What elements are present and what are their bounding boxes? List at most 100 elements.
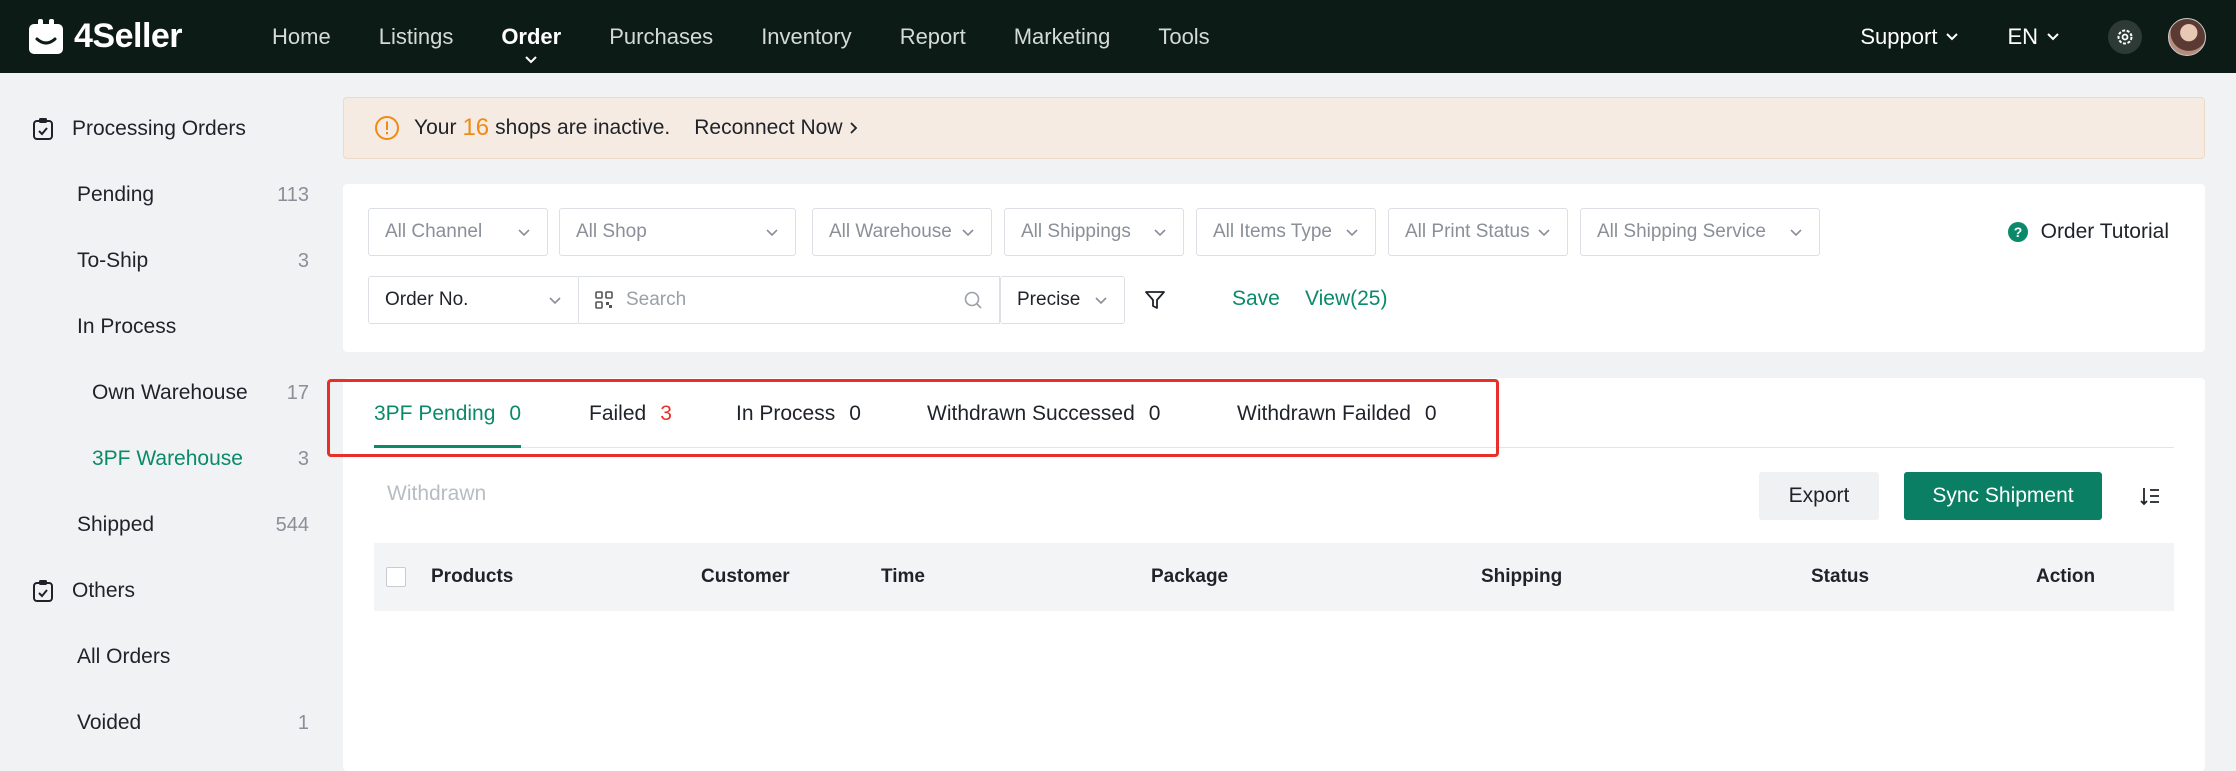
chevron-down-icon	[1154, 228, 1166, 236]
filter-panel: All Channel All Shop All Warehouse All S…	[343, 184, 2205, 352]
top-navigation-bar: 4Seller Home Listings Order Purchases In…	[0, 0, 2236, 73]
select-value: All Shop	[576, 221, 647, 242]
svg-text:?: ?	[2013, 224, 2022, 240]
tab-label: Failed	[589, 402, 647, 425]
reconnect-now-link[interactable]: Reconnect Now	[694, 116, 857, 140]
sidebar-item-count: 3	[297, 249, 309, 272]
orders-panel: 3PF Pending 0 Failed 3 In Process 0 With…	[343, 378, 2205, 771]
main-nav: Home Listings Order Purchases Inventory …	[272, 0, 1258, 73]
view-list-button[interactable]: View(25)	[1305, 287, 1387, 311]
tab-label: In Process	[736, 402, 836, 425]
nav-tools[interactable]: Tools	[1158, 0, 1209, 73]
channel-select[interactable]: All Channel	[368, 208, 548, 256]
export-button[interactable]: Export	[1759, 472, 1879, 520]
nav-home[interactable]: Home	[272, 0, 331, 73]
match-mode-select[interactable]: Precise	[1000, 276, 1125, 324]
gear-icon	[2117, 29, 2133, 44]
warehouse-select[interactable]: All Warehouse	[812, 208, 992, 256]
scan-icon	[595, 291, 613, 309]
select-value: All Warehouse	[829, 221, 952, 242]
nav-purchases[interactable]: Purchases	[609, 0, 713, 73]
sidebar-group-label: Others	[72, 579, 136, 602]
settings-button[interactable]	[2108, 19, 2142, 54]
nav-order[interactable]: Order	[501, 0, 561, 73]
chevron-down-icon	[518, 228, 530, 236]
sidebar-item-own-warehouse[interactable]: Own Warehouse 17	[92, 381, 309, 405]
select-value: All Shipping Service	[1597, 221, 1766, 242]
print-status-select[interactable]: All Print Status	[1388, 208, 1568, 256]
sidebar-item-3pf-warehouse[interactable]: 3PF Warehouse 3	[92, 447, 309, 471]
chevron-down-icon	[525, 56, 537, 64]
warning-icon	[375, 116, 399, 140]
sidebar: Processing Orders Pending 113 To-Ship 3 …	[0, 73, 322, 771]
nav-marketing[interactable]: Marketing	[1014, 0, 1111, 73]
avatar[interactable]	[2168, 17, 2206, 56]
sidebar-item-label: To-Ship	[77, 249, 149, 272]
chevron-down-icon	[1790, 228, 1802, 236]
tab-count: 0	[849, 402, 861, 425]
select-value: All Shippings	[1021, 221, 1131, 242]
tab-count: 0	[509, 402, 522, 425]
language-label: EN	[2007, 23, 2038, 49]
filter-icon[interactable]	[1143, 288, 1167, 312]
logo[interactable]: 4Seller	[26, 17, 183, 57]
nav-inventory[interactable]: Inventory	[761, 0, 852, 73]
withdrawn-button[interactable]: Withdrawn	[387, 482, 486, 506]
tab-withdrawn-failded[interactable]: Withdrawn Failded 0	[1237, 402, 1437, 448]
sidebar-item-shipped[interactable]: Shipped 544	[77, 513, 309, 537]
order-tutorial-link[interactable]: ? Order Tutorial	[2007, 220, 2169, 244]
save-view-button[interactable]: Save	[1232, 287, 1280, 311]
items-type-select[interactable]: All Items Type	[1196, 208, 1376, 256]
chevron-down-icon	[1946, 32, 1959, 40]
chevron-down-icon	[1095, 296, 1107, 304]
sidebar-item-label: Pending	[77, 183, 155, 206]
column-header-time: Time	[881, 566, 926, 587]
tab-in-process[interactable]: In Process 0	[736, 402, 861, 448]
chevron-right-icon	[849, 122, 857, 134]
clipboard-check-icon	[33, 118, 53, 140]
support-menu[interactable]: Support	[1860, 24, 1959, 50]
sidebar-item-to-ship[interactable]: To-Ship 3	[77, 249, 309, 273]
column-header-status: Status	[1811, 566, 1870, 587]
sidebar-item-pending[interactable]: Pending 113	[77, 183, 309, 207]
tab-3pf-pending[interactable]: 3PF Pending 0	[374, 402, 522, 448]
status-tabs: 3PF Pending 0 Failed 3 In Process 0 With…	[374, 378, 2174, 448]
tab-count: 0	[1148, 402, 1161, 425]
banner-suffix: shops are inactive.	[495, 116, 671, 139]
nav-report[interactable]: Report	[900, 0, 966, 73]
shop-select[interactable]: All Shop	[559, 208, 796, 256]
select-value: All Items Type	[1213, 221, 1332, 242]
sidebar-item-voided[interactable]: Voided 1	[77, 711, 309, 735]
sidebar-item-in-process[interactable]: In Process	[77, 315, 309, 339]
search-field-select[interactable]: Order No.	[368, 276, 579, 324]
select-value: Precise	[1017, 289, 1081, 310]
column-settings-icon[interactable]	[2139, 485, 2161, 507]
column-header-package: Package	[1151, 566, 1229, 587]
language-menu[interactable]: EN	[2007, 24, 2060, 50]
nav-listings[interactable]: Listings	[379, 0, 454, 73]
inactive-shop-count: 16	[462, 114, 490, 141]
sidebar-item-count: 544	[275, 513, 309, 536]
sidebar-group-label: Processing Orders	[72, 117, 246, 140]
select-value: All Channel	[385, 221, 483, 242]
search-icon[interactable]	[963, 290, 983, 310]
select-all-checkbox[interactable]	[386, 567, 406, 587]
sync-shipment-button[interactable]: Sync Shipment	[1904, 472, 2102, 520]
sidebar-item-label: In Process	[77, 315, 177, 338]
search-input[interactable]	[626, 289, 963, 311]
column-header-customer: Customer	[701, 566, 790, 587]
tutorial-label: Order Tutorial	[2040, 220, 2169, 243]
sidebar-item-all-orders[interactable]: All Orders	[77, 645, 309, 669]
sidebar-group-others[interactable]: Others	[32, 579, 135, 603]
tab-label: Withdrawn Failded	[1237, 402, 1411, 425]
chevron-down-icon	[549, 296, 561, 304]
banner-prefix: Your	[414, 116, 457, 139]
tab-failed[interactable]: Failed 3	[589, 402, 672, 448]
shippings-select[interactable]: All Shippings	[1004, 208, 1184, 256]
orders-table-header: Products Customer Time Package Shipping …	[374, 543, 2174, 611]
tab-withdrawn-successed[interactable]: Withdrawn Successed 0	[927, 402, 1160, 448]
sidebar-item-label: Own Warehouse	[92, 381, 248, 404]
tab-count: 3	[660, 402, 672, 425]
shipping-service-select[interactable]: All Shipping Service	[1580, 208, 1820, 256]
sidebar-group-processing-orders[interactable]: Processing Orders	[32, 117, 246, 141]
